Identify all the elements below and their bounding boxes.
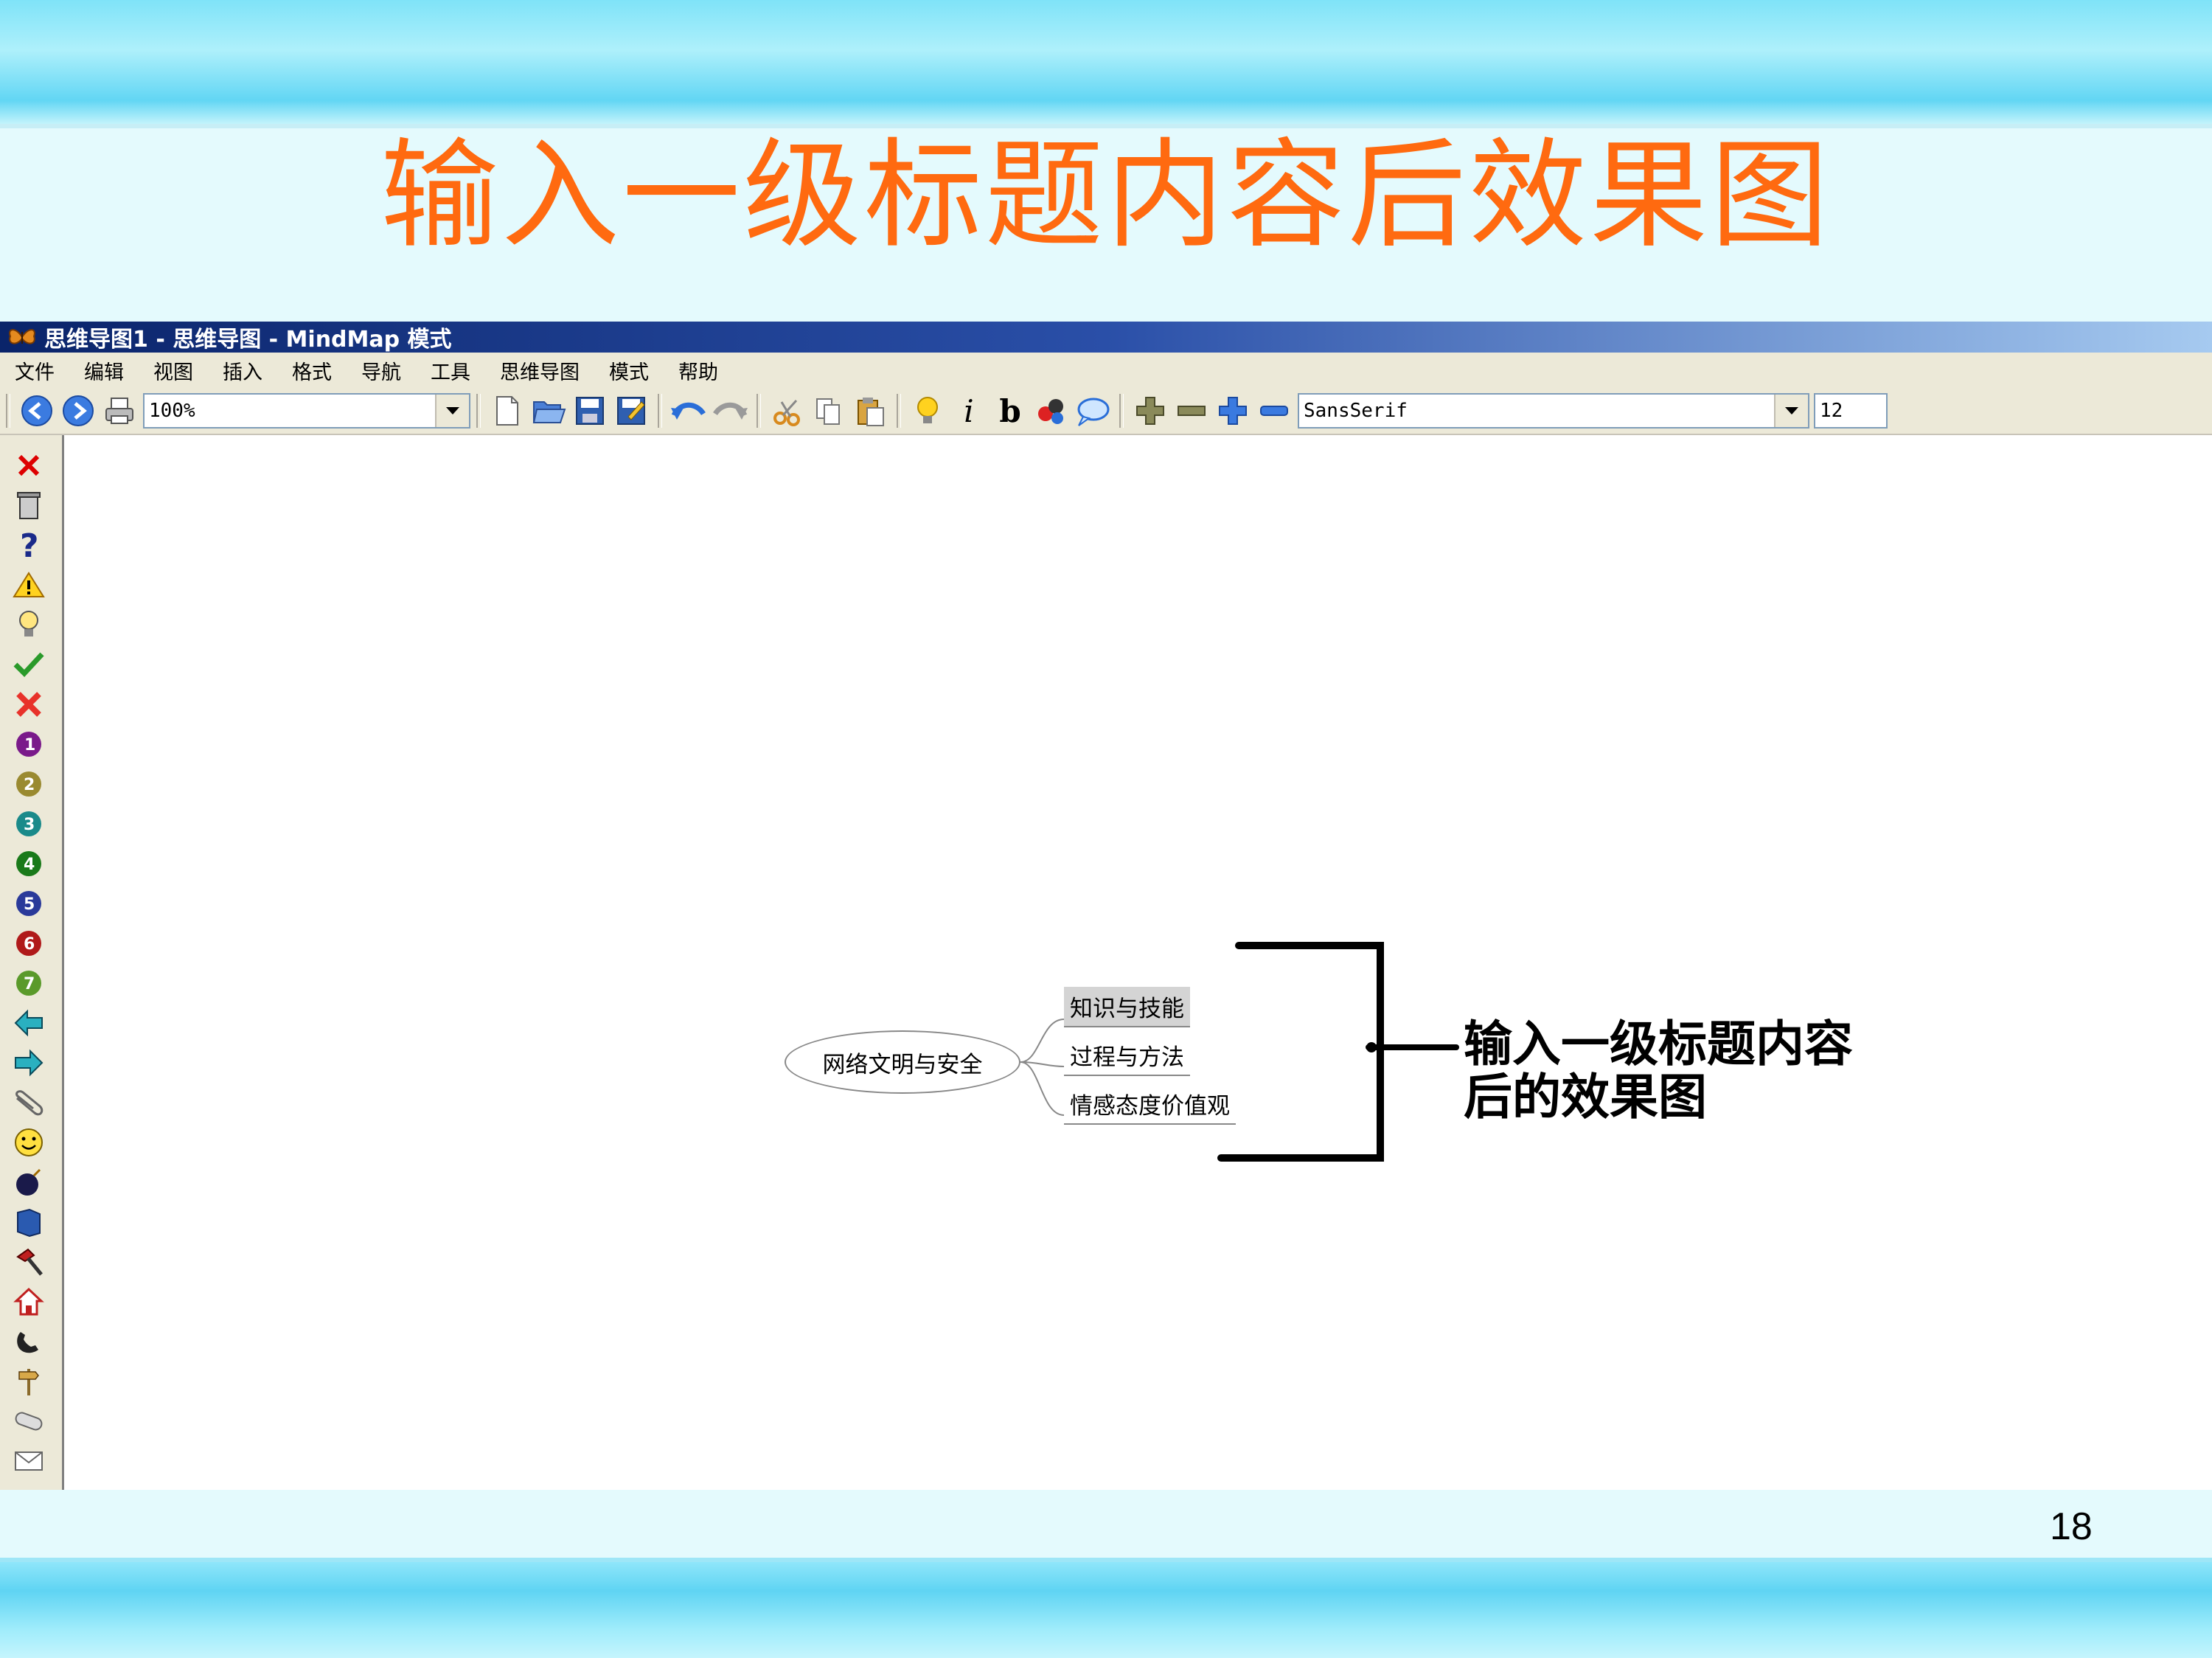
annotation-text: 输入一级标题内容 后的效果图 — [1464, 1016, 1853, 1125]
annotation-dot — [1366, 1042, 1377, 1052]
annotation-bracket — [1217, 942, 1384, 1162]
edge-to-emotion — [1020, 1061, 1065, 1116]
mindmap-connectors — [1020, 942, 1459, 1162]
slide-bottom-band — [0, 1562, 2212, 1658]
page-number: 18 — [2050, 1505, 2093, 1548]
edge-to-knowledge — [1020, 1019, 1065, 1063]
